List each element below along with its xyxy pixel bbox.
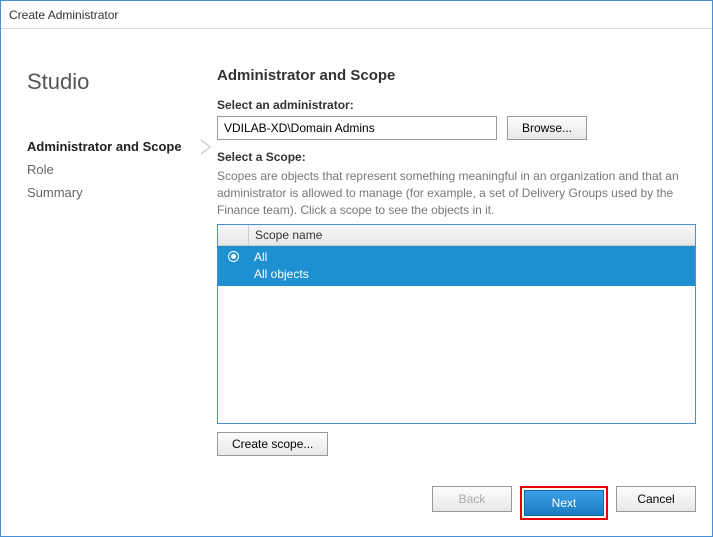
- create-scope-row: Create scope...: [217, 432, 696, 456]
- scope-description: Scopes are objects that represent someth…: [217, 168, 696, 218]
- scope-radio-cell[interactable]: [218, 249, 248, 262]
- scope-desc-text: All objects: [254, 266, 689, 283]
- app-name: Studio: [27, 69, 197, 95]
- scope-grid-header: Scope name: [218, 225, 695, 246]
- scope-grid: Scope name All All objects: [217, 224, 696, 424]
- scope-name-cell: All All objects: [248, 249, 695, 283]
- radio-selected-icon: [228, 251, 239, 262]
- create-scope-button[interactable]: Create scope...: [217, 432, 328, 456]
- scope-label: Select a Scope:: [217, 150, 696, 164]
- back-button: Back: [432, 486, 512, 512]
- nav-step-admin-scope[interactable]: Administrator and Scope: [27, 135, 197, 158]
- scope-name: All: [254, 249, 689, 266]
- admin-row: Browse...: [217, 116, 696, 140]
- scope-row[interactable]: All All objects: [218, 246, 695, 286]
- page-heading: Administrator and Scope: [217, 67, 696, 84]
- footer: Back Next Cancel: [1, 472, 712, 536]
- admin-input[interactable]: [217, 116, 497, 140]
- cancel-button[interactable]: Cancel: [616, 486, 696, 512]
- content-area: Studio Administrator and Scope Role Summ…: [1, 29, 712, 472]
- window-title: Create Administrator: [9, 8, 118, 22]
- next-highlight: Next: [520, 486, 608, 520]
- dialog-window: Create Administrator Studio Administrato…: [0, 0, 713, 537]
- main-panel: Administrator and Scope Select an admini…: [197, 49, 696, 472]
- admin-label: Select an administrator:: [217, 98, 696, 112]
- wizard-sidebar: Studio Administrator and Scope Role Summ…: [17, 49, 197, 472]
- next-button[interactable]: Next: [524, 490, 604, 516]
- nav-step-role[interactable]: Role: [27, 158, 197, 181]
- browse-button[interactable]: Browse...: [507, 116, 587, 140]
- titlebar: Create Administrator: [1, 1, 712, 29]
- col-select-header: [218, 225, 248, 245]
- nav-step-summary[interactable]: Summary: [27, 181, 197, 204]
- col-name-header: Scope name: [248, 225, 695, 245]
